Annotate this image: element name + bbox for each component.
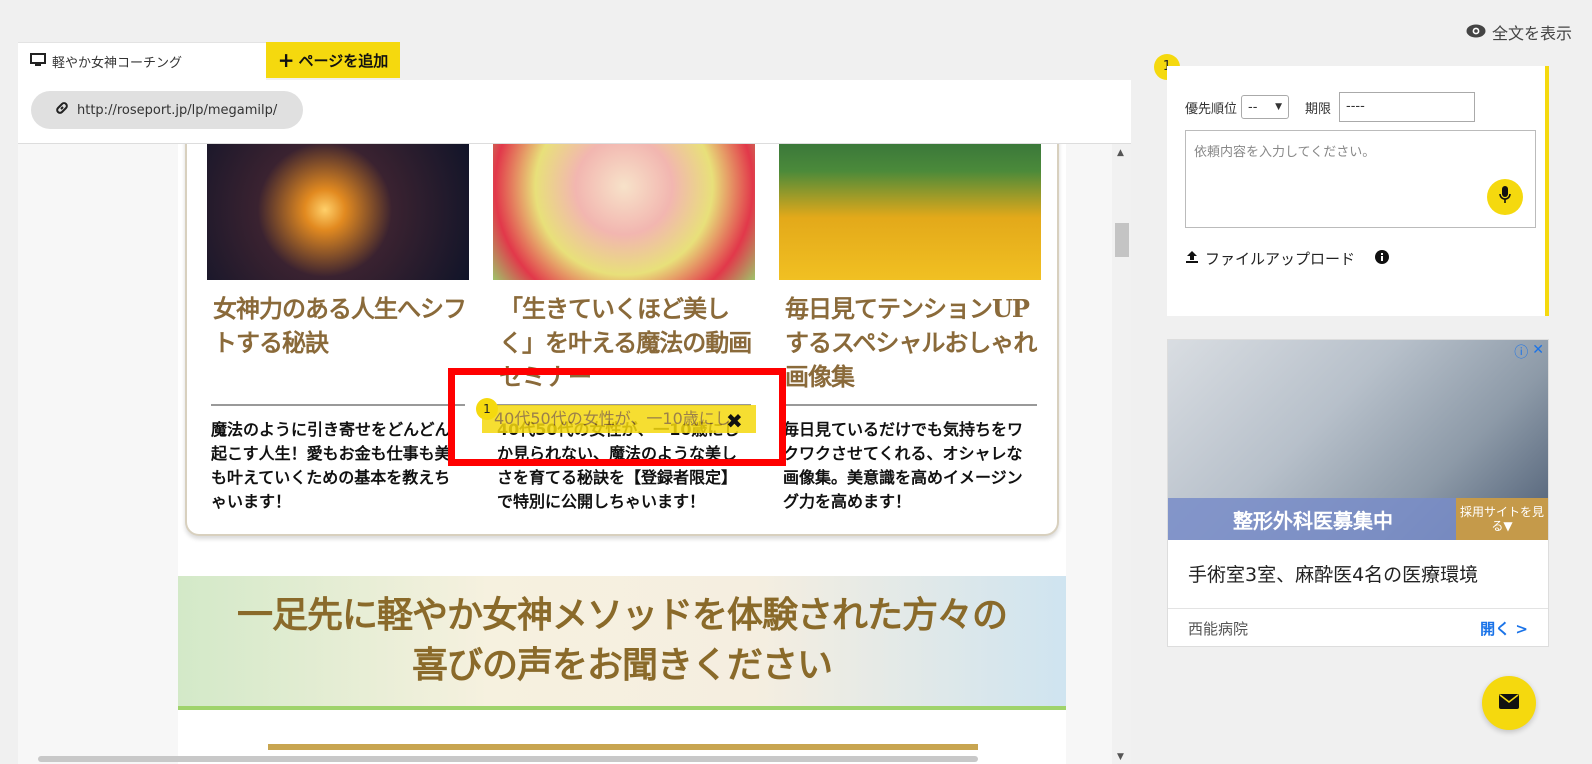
- priority-value: --: [1248, 99, 1258, 115]
- ad-footer: 西能病院 開く >: [1168, 608, 1548, 648]
- testimonial-heading-line: 喜びの声をお聞きください: [411, 644, 833, 686]
- chevron-right-icon: >: [1515, 620, 1528, 638]
- ad-image[interactable]: ⓘ ✕ 整形外科医募集中 採用サイトを見る▼: [1168, 340, 1548, 540]
- ad-info-icon[interactable]: ⓘ: [1514, 342, 1528, 362]
- tab-bar: 軽やか女神コーチング + ページを追加: [18, 42, 400, 80]
- mic-icon: [1499, 186, 1511, 208]
- scroll-up-icon[interactable]: ▲: [1117, 148, 1124, 158]
- caret-down-icon: ▼: [1275, 102, 1283, 112]
- monitor-icon: [30, 52, 46, 71]
- testimonial-heading: 一足先に軽やか女神メソッドを体験された方々の 喜びの声をお聞きください: [178, 576, 1066, 690]
- tab-page[interactable]: 軽やか女神コーチング: [18, 42, 266, 80]
- feature-card-box: 女神力のある人生へシフトする秘訣 魔法のように引き寄せをどんどん起こす人生！愛も…: [185, 144, 1059, 536]
- upload-label: ファイルアップロード: [1205, 250, 1356, 268]
- feature-image: [493, 144, 755, 280]
- ad-open-label: 開く: [1480, 620, 1511, 638]
- plus-icon: +: [277, 48, 295, 72]
- vertical-scrollbar[interactable]: ▲ ▼: [1112, 144, 1131, 764]
- priority-label: 優先順位: [1185, 101, 1238, 117]
- eye-icon: [1466, 23, 1486, 42]
- annotation-highlight[interactable]: 40代50代の女性が、一10歳にし: [482, 405, 756, 433]
- feature-title: 毎日見てテンションUPするスペシャルおしゃれ画像集: [785, 294, 1037, 391]
- info-icon[interactable]: [1375, 249, 1390, 268]
- ad-banner-text: 整形外科医募集中: [1168, 498, 1458, 540]
- horizontal-scrollbar[interactable]: [38, 756, 978, 762]
- url-pill[interactable]: http://roseport.jp/lp/megamilp/: [31, 91, 303, 129]
- priority-row: 優先順位 -- ▼ 期限 ----: [1185, 92, 1476, 122]
- ad-card[interactable]: ⓘ ✕ 整形外科医募集中 採用サイトを見る▼ 手術室3室、麻酔医4名の医療環境 …: [1167, 339, 1549, 647]
- testimonial-heading-line: 一足先に軽やか女神メソッドを体験された方々の: [236, 594, 1008, 636]
- link-icon: [55, 101, 69, 119]
- ad-source: 西能病院: [1188, 620, 1249, 638]
- url-text: http://roseport.jp/lp/megamilp/: [77, 102, 278, 118]
- request-card: 優先順位 -- ▼ 期限 ---- 依頼内容を入力してください。 ファイルアップ…: [1167, 66, 1549, 316]
- annotation-number: 1: [476, 398, 498, 420]
- scrollbar-thumb[interactable]: [1115, 223, 1129, 257]
- textarea-placeholder: 依頼内容を入力してください。: [1194, 145, 1376, 160]
- deadline-field[interactable]: ----: [1339, 92, 1476, 122]
- file-upload-button[interactable]: ファイルアップロード: [1185, 248, 1390, 269]
- url-bar: http://roseport.jp/lp/megamilp/: [18, 80, 1131, 144]
- ad-close-icon[interactable]: ✕: [1532, 342, 1544, 362]
- feature-column: 毎日見てテンションUPするスペシャルおしゃれ画像集 毎日見ているだけでも気持ちを…: [779, 144, 1041, 514]
- add-page-label: ページを追加: [298, 51, 389, 70]
- feature-image: [207, 144, 469, 280]
- fulltext-toggle[interactable]: 全文を表示: [1466, 20, 1572, 44]
- feature-body: 魔法のように引き寄せをどんどん起こす人生！愛もお金も仕事も美も叶えていくための基…: [211, 420, 451, 511]
- tab-page-label: 軽やか女神コーチング: [52, 56, 183, 71]
- feature-column: 女神力のある人生へシフトする秘訣 魔法のように引き寄せをどんどん起こす人生！愛も…: [207, 144, 469, 514]
- feature-image: [779, 144, 1041, 280]
- fulltext-label: 全文を表示: [1491, 24, 1572, 43]
- envelope-icon: [1499, 693, 1519, 713]
- close-icon[interactable]: ✖: [726, 411, 743, 431]
- upload-icon: [1185, 250, 1199, 268]
- message-button[interactable]: [1482, 676, 1536, 730]
- ad-open-button[interactable]: 開く >: [1480, 618, 1528, 639]
- feature-title: 女神力のある人生へシフトする秘訣: [213, 294, 467, 357]
- ad-controls: ⓘ ✕: [1514, 342, 1544, 362]
- scroll-down-icon[interactable]: ▼: [1117, 752, 1124, 762]
- deadline-label: 期限: [1305, 101, 1332, 117]
- ad-banner-cta[interactable]: 採用サイトを見る▼: [1456, 498, 1548, 540]
- testimonial-banner: 一足先に軽やか女神メソッドを体験された方々の 喜びの声をお聞きください: [178, 576, 1066, 710]
- ad-title[interactable]: 手術室3室、麻酔医4名の医療環境: [1168, 540, 1548, 608]
- request-textarea[interactable]: 依頼内容を入力してください。: [1185, 130, 1536, 228]
- mic-button[interactable]: [1487, 179, 1523, 215]
- gold-divider: [268, 744, 978, 750]
- priority-select[interactable]: -- ▼: [1241, 95, 1290, 119]
- add-page-button[interactable]: + ページを追加: [266, 42, 400, 78]
- feature-body: 毎日見ているだけでも気持ちをワクワクさせてくれる、オシャレな画像集。美意識を高め…: [783, 420, 1024, 511]
